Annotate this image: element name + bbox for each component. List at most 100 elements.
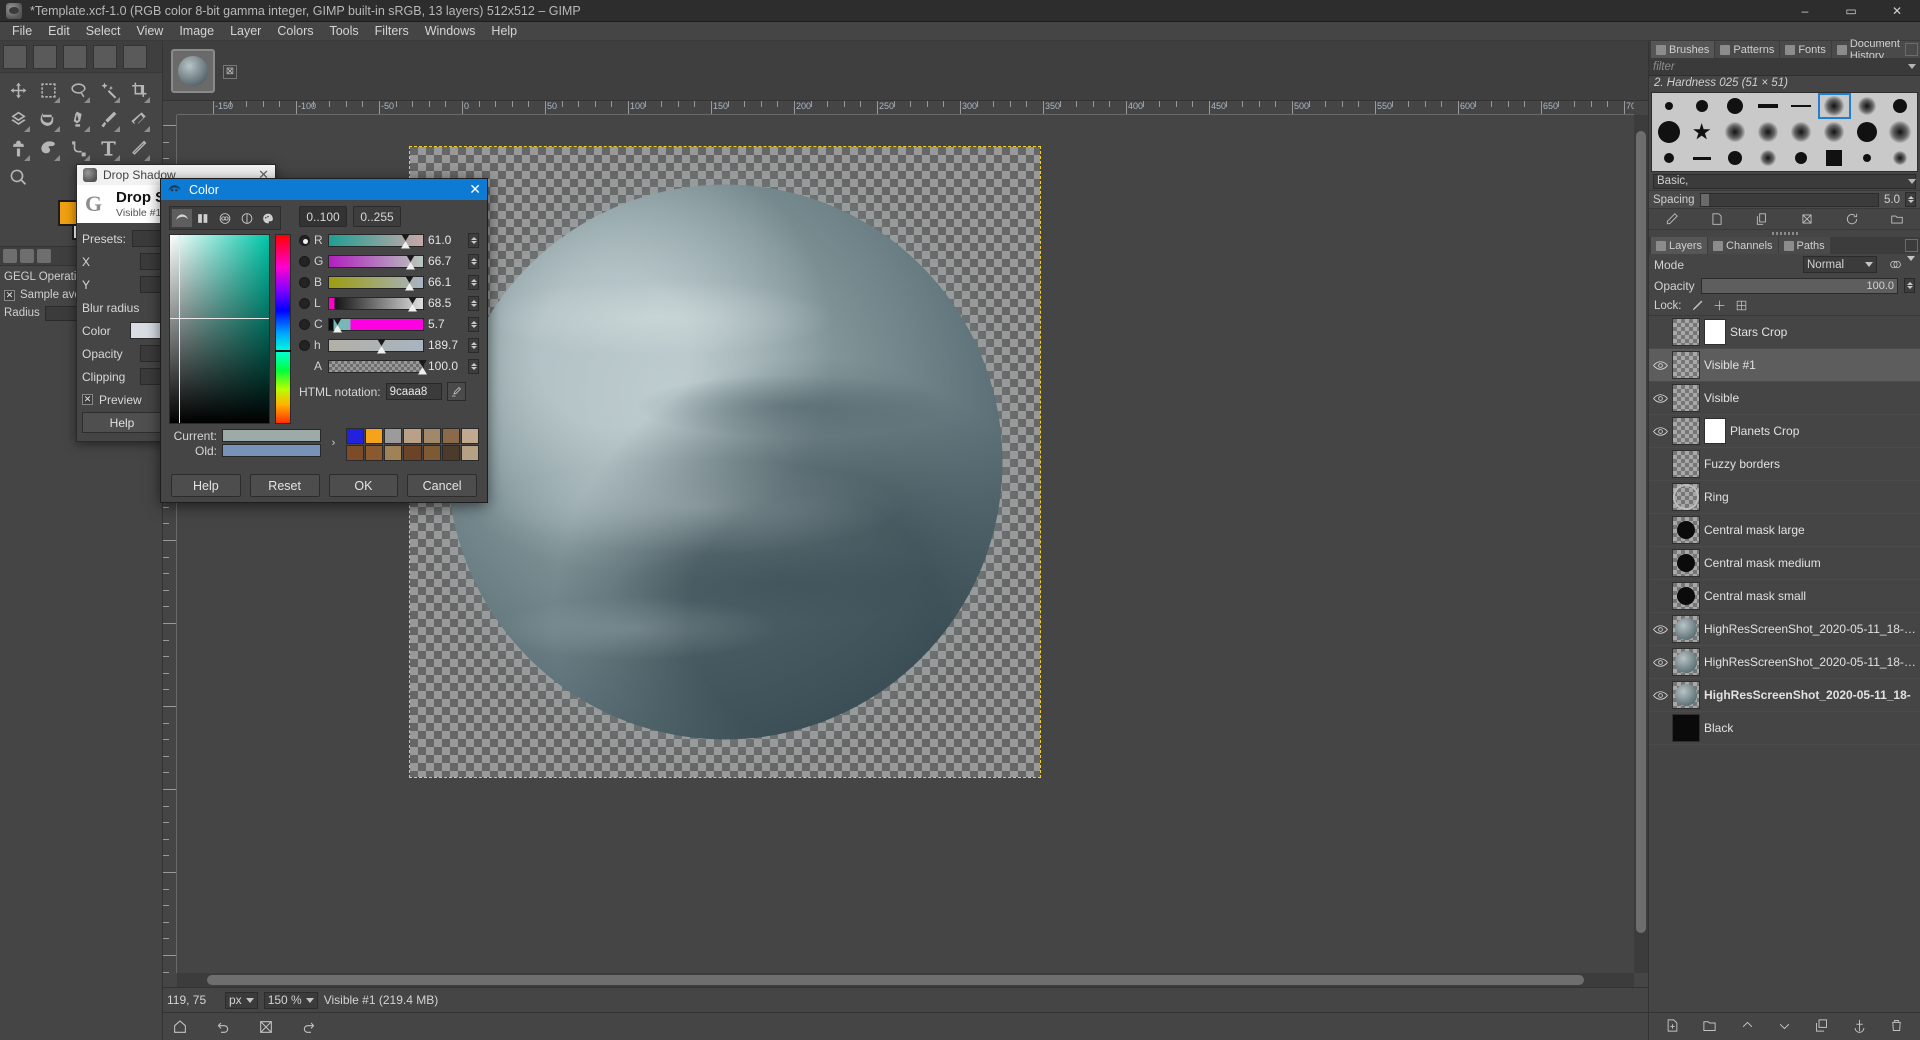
layer-row[interactable]: HighResScreenShot_2020-05-11_18-35-56. <box>1649 613 1920 646</box>
lock-alpha-icon[interactable] <box>1735 299 1748 312</box>
bucket-fill-tool[interactable] <box>33 105 63 134</box>
brush-cell[interactable] <box>1851 93 1884 119</box>
layer-visibility-icon[interactable] <box>1652 390 1668 406</box>
channel-radio-g[interactable] <box>299 255 310 267</box>
range-0-255-button[interactable]: 0..255 <box>353 206 401 227</box>
tab-paths[interactable]: Paths <box>1778 237 1830 254</box>
layer-mask-thumbnail[interactable] <box>1704 418 1726 444</box>
brush-cell[interactable] <box>1884 93 1917 119</box>
hue-strip[interactable] <box>275 234 291 424</box>
clone-tool[interactable] <box>3 134 33 163</box>
channel-slider-h[interactable] <box>328 338 424 354</box>
ink-tool[interactable] <box>63 105 93 134</box>
palette-tab[interactable] <box>258 209 278 227</box>
smudge-tool[interactable] <box>33 134 63 163</box>
undo-history-icon[interactable] <box>20 249 34 263</box>
palette-color[interactable] <box>460 445 479 461</box>
refresh-brushes-icon[interactable] <box>1843 211 1861 227</box>
minimize-button[interactable]: – <box>1782 0 1828 22</box>
brush-cell[interactable] <box>1818 145 1851 171</box>
channel-stepper-g[interactable] <box>468 253 479 269</box>
horizontal-scroll-thumb[interactable] <box>207 975 1584 985</box>
vertical-scrollbar[interactable] <box>1634 115 1648 973</box>
raise-layer-icon[interactable] <box>1740 1018 1755 1036</box>
layer-list[interactable]: Stars Crop Visible #1 Visible Planets Crop F… <box>1649 315 1920 1012</box>
redo-icon[interactable] <box>300 1018 317 1035</box>
lock-pixels-icon[interactable] <box>1691 299 1704 312</box>
edit-brush-icon[interactable] <box>1663 211 1681 227</box>
channel-slider-r[interactable] <box>328 233 424 249</box>
brush-cell[interactable] <box>1751 119 1784 145</box>
layer-row[interactable]: Central mask medium <box>1649 547 1920 580</box>
delete-brush-icon[interactable] <box>1798 211 1816 227</box>
brush-cell[interactable] <box>1751 145 1784 171</box>
channel-slider-l[interactable] <box>328 296 424 312</box>
menu-tools[interactable]: Tools <box>321 23 366 39</box>
channel-radio-b[interactable] <box>299 276 310 288</box>
delete-layer-icon[interactable] <box>1889 1018 1904 1036</box>
layer-row[interactable]: Stars Crop <box>1649 316 1920 349</box>
vertical-scroll-thumb[interactable] <box>1636 131 1646 933</box>
channel-radio-c[interactable] <box>299 318 310 330</box>
layer-visibility-icon[interactable] <box>1652 621 1668 637</box>
lower-layer-icon[interactable] <box>1777 1018 1792 1036</box>
tab-layers[interactable]: Layers <box>1651 237 1708 254</box>
wheel-tab[interactable] <box>237 209 257 227</box>
horizontal-scrollbar[interactable] <box>177 973 1634 987</box>
delete-icon[interactable] <box>257 1018 274 1035</box>
palette-color[interactable] <box>384 445 403 461</box>
layer-row[interactable]: Black <box>1649 712 1920 745</box>
layer-thumbnail[interactable] <box>1672 714 1700 742</box>
horizontal-ruler[interactable]: -150 -100 -50 0 50 100 150 200 250 300 350 400 450 50… <box>177 101 1634 115</box>
channel-stepper-b[interactable] <box>468 274 479 290</box>
tab-fonts[interactable]: Fonts <box>1780 41 1831 58</box>
layer-visibility-icon[interactable] <box>1652 522 1668 538</box>
menu-image[interactable]: Image <box>171 23 222 39</box>
color-dialog[interactable]: Color ✕ 0..100 0..255 R 61.0 G 66.7 B 66… <box>160 178 488 503</box>
sample-average-checkbox[interactable]: ✕ <box>4 289 15 301</box>
brush-basic-value[interactable]: Basic, <box>1653 173 1916 189</box>
tab-brushes[interactable]: Brushes <box>1651 41 1715 58</box>
dock-menu-button[interactable] <box>1905 43 1918 56</box>
brush-cell[interactable] <box>1851 145 1884 171</box>
layer-row[interactable]: Planets Crop <box>1649 415 1920 448</box>
color-cancel-button[interactable]: Cancel <box>407 474 477 497</box>
preview-checkbox[interactable]: ✕ <box>82 394 93 405</box>
html-notation-input[interactable]: 9caaa8 <box>385 383 442 400</box>
menu-edit[interactable]: Edit <box>40 23 78 39</box>
menu-filters[interactable]: Filters <box>367 23 417 39</box>
gimp-color-tab[interactable] <box>172 209 192 227</box>
color-ok-button[interactable]: OK <box>328 474 399 497</box>
layer-thumbnail[interactable] <box>1672 648 1700 676</box>
tab-patterns[interactable]: Patterns <box>1715 41 1780 58</box>
menu-help[interactable]: Help <box>483 23 525 39</box>
palette-color[interactable] <box>441 445 460 461</box>
layer-thumbnail[interactable] <box>1672 615 1700 643</box>
channel-stepper-h[interactable] <box>468 337 479 353</box>
layer-row[interactable]: Fuzzy borders <box>1649 448 1920 481</box>
layer-thumbnail[interactable] <box>1672 549 1700 577</box>
composite-mode-icon[interactable] <box>1887 256 1904 273</box>
chevron-down-icon[interactable] <box>1908 178 1916 184</box>
layer-thumbnail[interactable] <box>1672 516 1700 544</box>
image-tab-thumbnail[interactable] <box>171 48 215 93</box>
palette-color[interactable] <box>346 428 365 444</box>
brush-cell[interactable] <box>1685 145 1718 171</box>
palette-color[interactable] <box>365 445 384 461</box>
layer-thumbnail[interactable] <box>1672 417 1700 445</box>
layer-thumbnail[interactable] <box>1672 582 1700 610</box>
current-color-swatch[interactable] <box>222 429 321 442</box>
layer-thumbnail[interactable] <box>1672 681 1700 709</box>
brush-cell[interactable] <box>1718 93 1751 119</box>
rectangle-select-tool[interactable] <box>33 76 63 105</box>
fuzzy-select-tool[interactable] <box>93 76 123 105</box>
paintbrush-tool[interactable] <box>93 105 123 134</box>
menu-colors[interactable]: Colors <box>269 23 321 39</box>
channel-stepper-l[interactable] <box>468 295 479 311</box>
palette-color[interactable] <box>346 445 365 461</box>
channel-slider-b[interactable] <box>328 275 424 291</box>
layer-visibility-icon[interactable] <box>1652 357 1668 373</box>
layer-thumbnail[interactable] <box>1672 351 1700 379</box>
brush-cell[interactable] <box>1851 119 1884 145</box>
layer-visibility-icon[interactable] <box>1652 489 1668 505</box>
